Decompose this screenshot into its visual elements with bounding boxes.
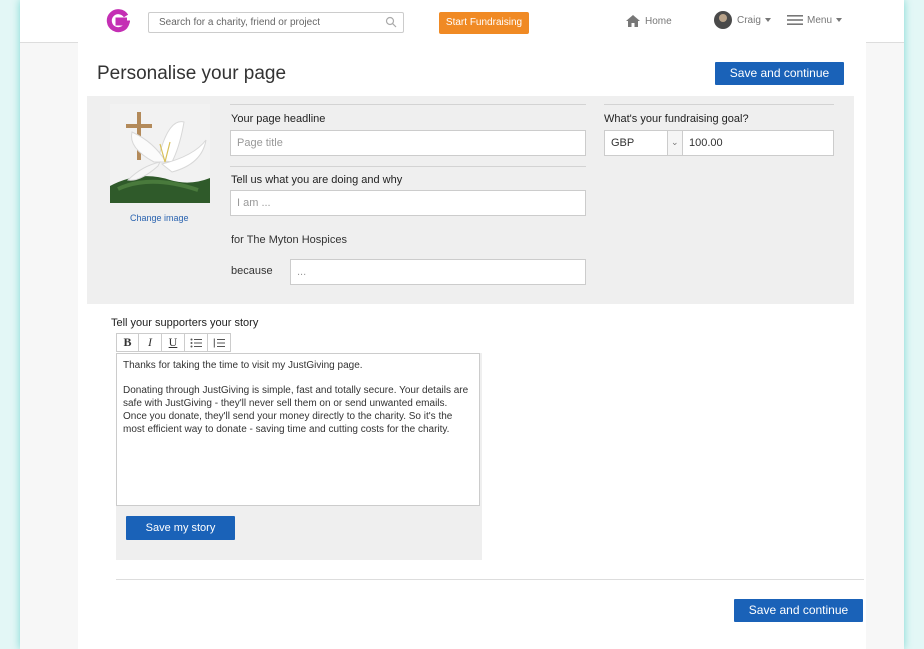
user-menu[interactable]: Craig — [714, 11, 771, 31]
search-input[interactable] — [149, 13, 387, 32]
save-and-continue-bottom-button[interactable]: Save and continue — [734, 599, 863, 622]
currency-select[interactable]: GBP ⌄ — [604, 130, 683, 156]
justgiving-logo-icon[interactable] — [106, 9, 130, 33]
main-content: Personalise your page Save and continue … — [78, 42, 866, 649]
top-navbar: Start Fundraising Home Craig Menu — [20, 0, 904, 43]
chevron-down-icon: ⌄ — [667, 131, 682, 155]
italic-button[interactable]: I — [139, 333, 162, 352]
headline-input[interactable] — [230, 130, 586, 156]
bullet-list-icon — [190, 338, 202, 347]
user-name: Craig — [737, 15, 761, 26]
nav-home-link[interactable]: Home — [626, 13, 672, 31]
story-paragraph: Thanks for taking the time to visit my J… — [123, 360, 363, 371]
story-editor[interactable]: Thanks for taking the time to visit my J… — [116, 353, 480, 506]
story-label: Tell your supporters your story — [111, 317, 259, 329]
divider — [230, 166, 586, 167]
numbered-list-button[interactable] — [208, 333, 231, 352]
bold-button[interactable]: B — [116, 333, 139, 352]
tell-us-input[interactable] — [230, 190, 586, 216]
chevron-down-icon — [764, 18, 771, 23]
numbered-list-icon — [213, 338, 225, 347]
story-paragraph: Donating through JustGiving is simple, f… — [123, 385, 469, 435]
page-image[interactable] — [110, 104, 210, 203]
avatar — [714, 11, 732, 30]
bullet-list-button[interactable] — [185, 333, 208, 352]
goal-label: What's your fundraising goal? — [604, 113, 749, 125]
menu-label: Menu — [807, 15, 833, 26]
because-input[interactable] — [290, 259, 586, 285]
underline-button[interactable]: U — [162, 333, 185, 352]
divider — [116, 579, 864, 580]
editor-toolbar: B I U — [116, 333, 231, 352]
save-story-button[interactable]: Save my story — [126, 516, 235, 540]
tell-us-label: Tell us what you are doing and why — [231, 174, 403, 186]
divider — [604, 104, 834, 105]
search-icon[interactable] — [385, 16, 397, 28]
change-image-link[interactable]: Change image — [130, 213, 189, 223]
main-menu[interactable]: Menu — [787, 11, 843, 31]
hamburger-menu-icon — [787, 15, 803, 26]
chevron-down-icon — [836, 18, 843, 23]
because-label: because — [231, 265, 273, 277]
headline-label: Your page headline — [231, 113, 326, 125]
save-and-continue-button[interactable]: Save and continue — [715, 62, 844, 85]
currency-value: GBP — [611, 137, 635, 149]
divider — [230, 104, 586, 105]
start-fundraising-button[interactable]: Start Fundraising — [439, 12, 529, 34]
home-icon — [626, 15, 640, 28]
charity-text: for The Myton Hospices — [231, 234, 347, 246]
page-title: Personalise your page — [97, 63, 287, 84]
lily-cross-image — [110, 104, 210, 203]
browser-frame: Start Fundraising Home Craig Menu Person… — [20, 0, 904, 649]
goal-amount-input[interactable] — [682, 130, 834, 156]
search-box — [148, 12, 404, 33]
nav-home-label: Home — [645, 16, 672, 27]
